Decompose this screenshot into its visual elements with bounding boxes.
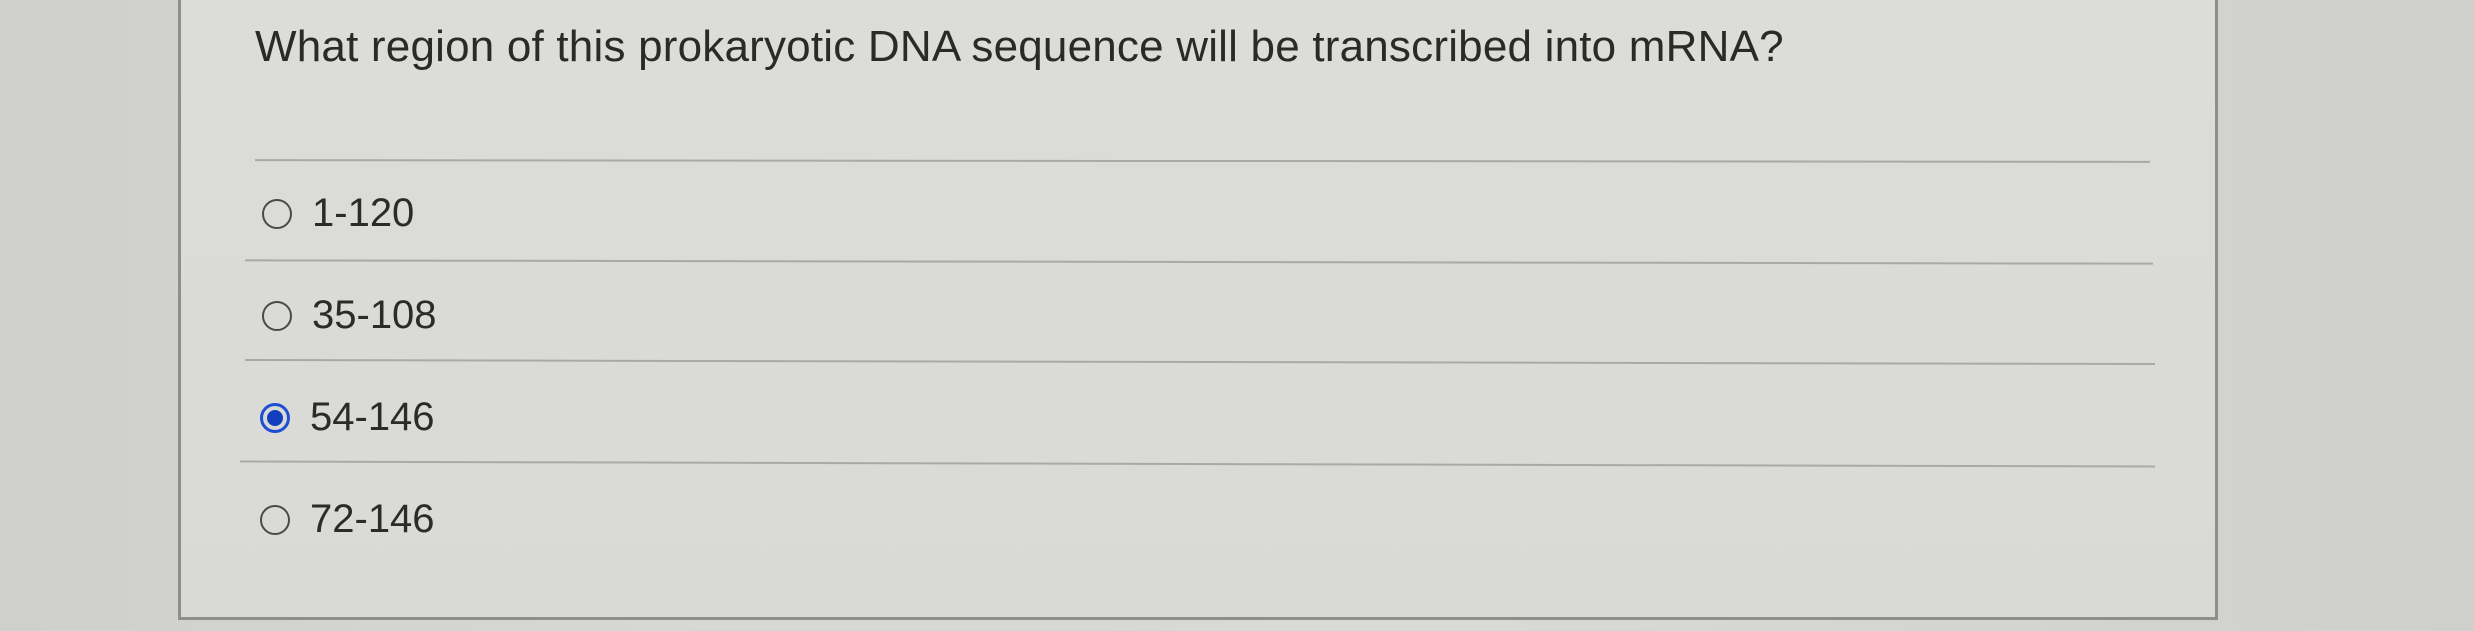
- radio-button-1[interactable]: [262, 198, 292, 229]
- option-1[interactable]: 1-120: [262, 191, 414, 236]
- radio-button-2[interactable]: [262, 300, 292, 331]
- option-label-4: 72-146: [310, 497, 435, 541]
- radio-button-4[interactable]: [260, 504, 290, 535]
- question-card: [178, 0, 2218, 620]
- option-label-1: 1-120: [312, 191, 415, 235]
- question-text: What region of this prokaryotic DNA sequ…: [255, 22, 1784, 71]
- option-2[interactable]: 35-108: [262, 293, 437, 338]
- option-4[interactable]: 72-146: [260, 497, 435, 542]
- option-3[interactable]: 54-146: [260, 395, 435, 440]
- option-label-2: 35-108: [312, 293, 437, 337]
- option-label-3: 54-146: [310, 395, 435, 439]
- radio-button-3-selected[interactable]: [260, 402, 290, 433]
